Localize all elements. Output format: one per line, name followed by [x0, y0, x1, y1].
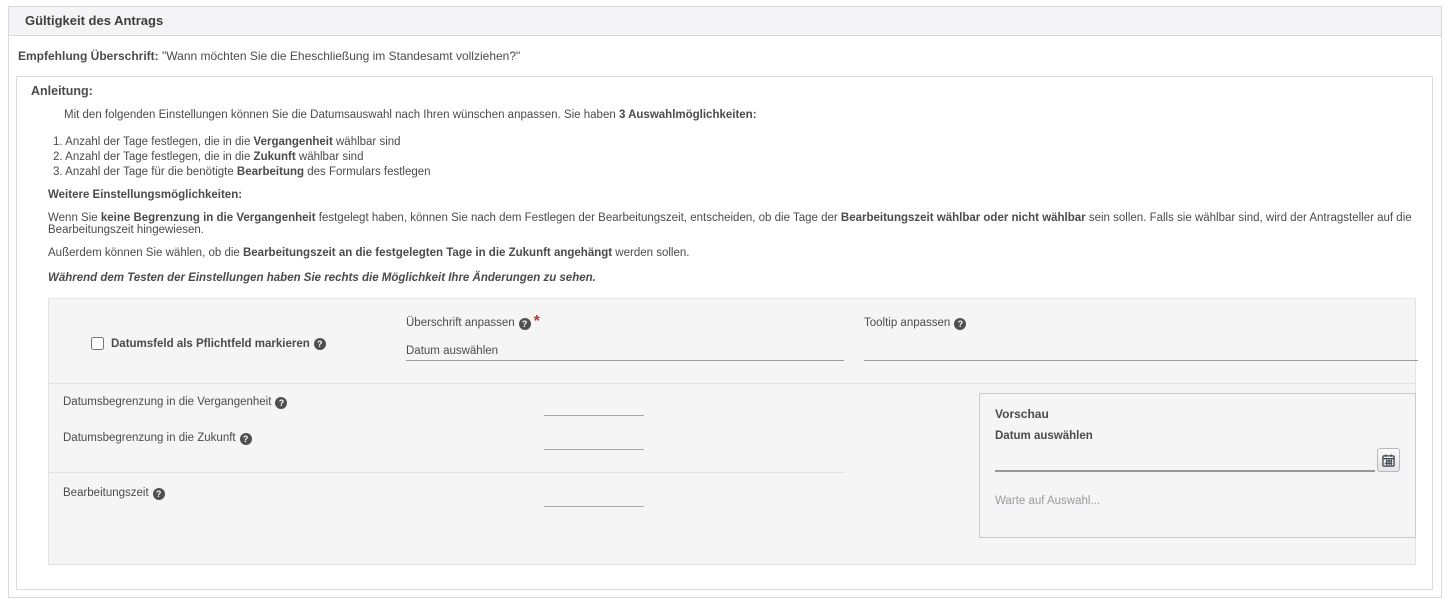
heading-input[interactable]	[406, 343, 844, 361]
more-settings-title: Weitere Einstellungsmöglichkeiten:	[48, 189, 1432, 201]
settings-paragraph-1: Wenn Sie keine Begrenzung in die Vergang…	[48, 212, 1432, 236]
validity-panel: Gültigkeit des Antrags Empfehlung Übersc…	[8, 6, 1442, 598]
past-limit-label-row: Datumsbegrenzung in die Vergangenheit?	[63, 396, 287, 409]
step-future: 2. Anzahl der Tage festlegen, die in die…	[53, 151, 1432, 163]
heading-field-label: Überschrift anpassen	[406, 317, 515, 329]
step-processing: 3. Anzahl der Tage für die benötigte Bea…	[53, 166, 1432, 178]
recommendation-line: Empfehlung Überschrift: "Wann möchten Si…	[18, 49, 1441, 63]
preview-date-label: Datum auswählen	[995, 430, 1400, 442]
form-divider-2	[49, 472, 844, 473]
required-marker: *	[534, 313, 540, 330]
instruction-box: Anleitung: Mit den folgenden Einstellung…	[16, 76, 1433, 590]
future-limit-label: Datumsbegrenzung in die Zukunft	[63, 432, 236, 444]
preview-box: Vorschau Datum auswählen	[979, 393, 1416, 538]
instruction-steps: 1. Anzahl der Tage festlegen, die in die…	[53, 136, 1432, 178]
help-icon[interactable]: ?	[954, 318, 966, 330]
calendar-icon	[1382, 454, 1395, 467]
past-limit-input[interactable]	[544, 400, 644, 416]
tooltip-field-group: Tooltip anpassen?	[864, 313, 1418, 361]
preview-date-input[interactable]	[995, 450, 1375, 472]
processing-time-label-row: Bearbeitungszeit?	[63, 487, 165, 500]
help-icon[interactable]: ?	[275, 397, 287, 409]
instruction-intro: Mit den folgenden Einstellungen können S…	[64, 109, 1432, 121]
help-icon[interactable]: ?	[240, 433, 252, 445]
future-limit-label-row: Datumsbegrenzung in die Zukunft?	[63, 432, 252, 445]
tooltip-input[interactable]	[864, 343, 1418, 361]
past-limit-label: Datumsbegrenzung in die Vergangenheit	[63, 396, 271, 408]
processing-time-input[interactable]	[544, 491, 644, 507]
tooltip-field-label: Tooltip anpassen	[864, 317, 950, 329]
help-icon[interactable]: ?	[314, 338, 326, 350]
required-checkbox-group: Datumsfeld als Pflichtfeld markieren ?	[91, 337, 326, 350]
required-checkbox[interactable]	[91, 337, 104, 350]
date-settings-form: Datumsfeld als Pflichtfeld markieren ? Ü…	[48, 298, 1416, 565]
instruction-title: Anleitung:	[31, 84, 1432, 98]
settings-paragraph-2: Außerdem können Sie wählen, ob die Bearb…	[48, 247, 1432, 259]
testing-note: Während dem Testen der Einstellungen hab…	[48, 272, 1432, 284]
preview-title: Vorschau	[995, 407, 1400, 421]
recommendation-label: Empfehlung Überschrift:	[18, 49, 159, 63]
heading-field-group: Überschrift anpassen?*	[406, 313, 844, 361]
future-limit-input[interactable]	[544, 434, 644, 450]
form-divider-1	[49, 383, 1415, 384]
required-checkbox-label: Datumsfeld als Pflichtfeld markieren	[111, 338, 310, 350]
processing-time-label: Bearbeitungszeit	[63, 487, 149, 499]
recommendation-text: "Wann möchten Sie die Eheschließung im S…	[159, 49, 521, 63]
preview-input-row	[995, 448, 1400, 472]
step-past: 1. Anzahl der Tage festlegen, die in die…	[53, 136, 1432, 148]
preview-status-text: Warte auf Auswahl...	[995, 495, 1400, 507]
help-icon[interactable]: ?	[519, 318, 531, 330]
panel-title: Gültigkeit des Antrags	[9, 7, 1441, 36]
help-icon[interactable]: ?	[153, 488, 165, 500]
calendar-button[interactable]	[1377, 448, 1400, 472]
